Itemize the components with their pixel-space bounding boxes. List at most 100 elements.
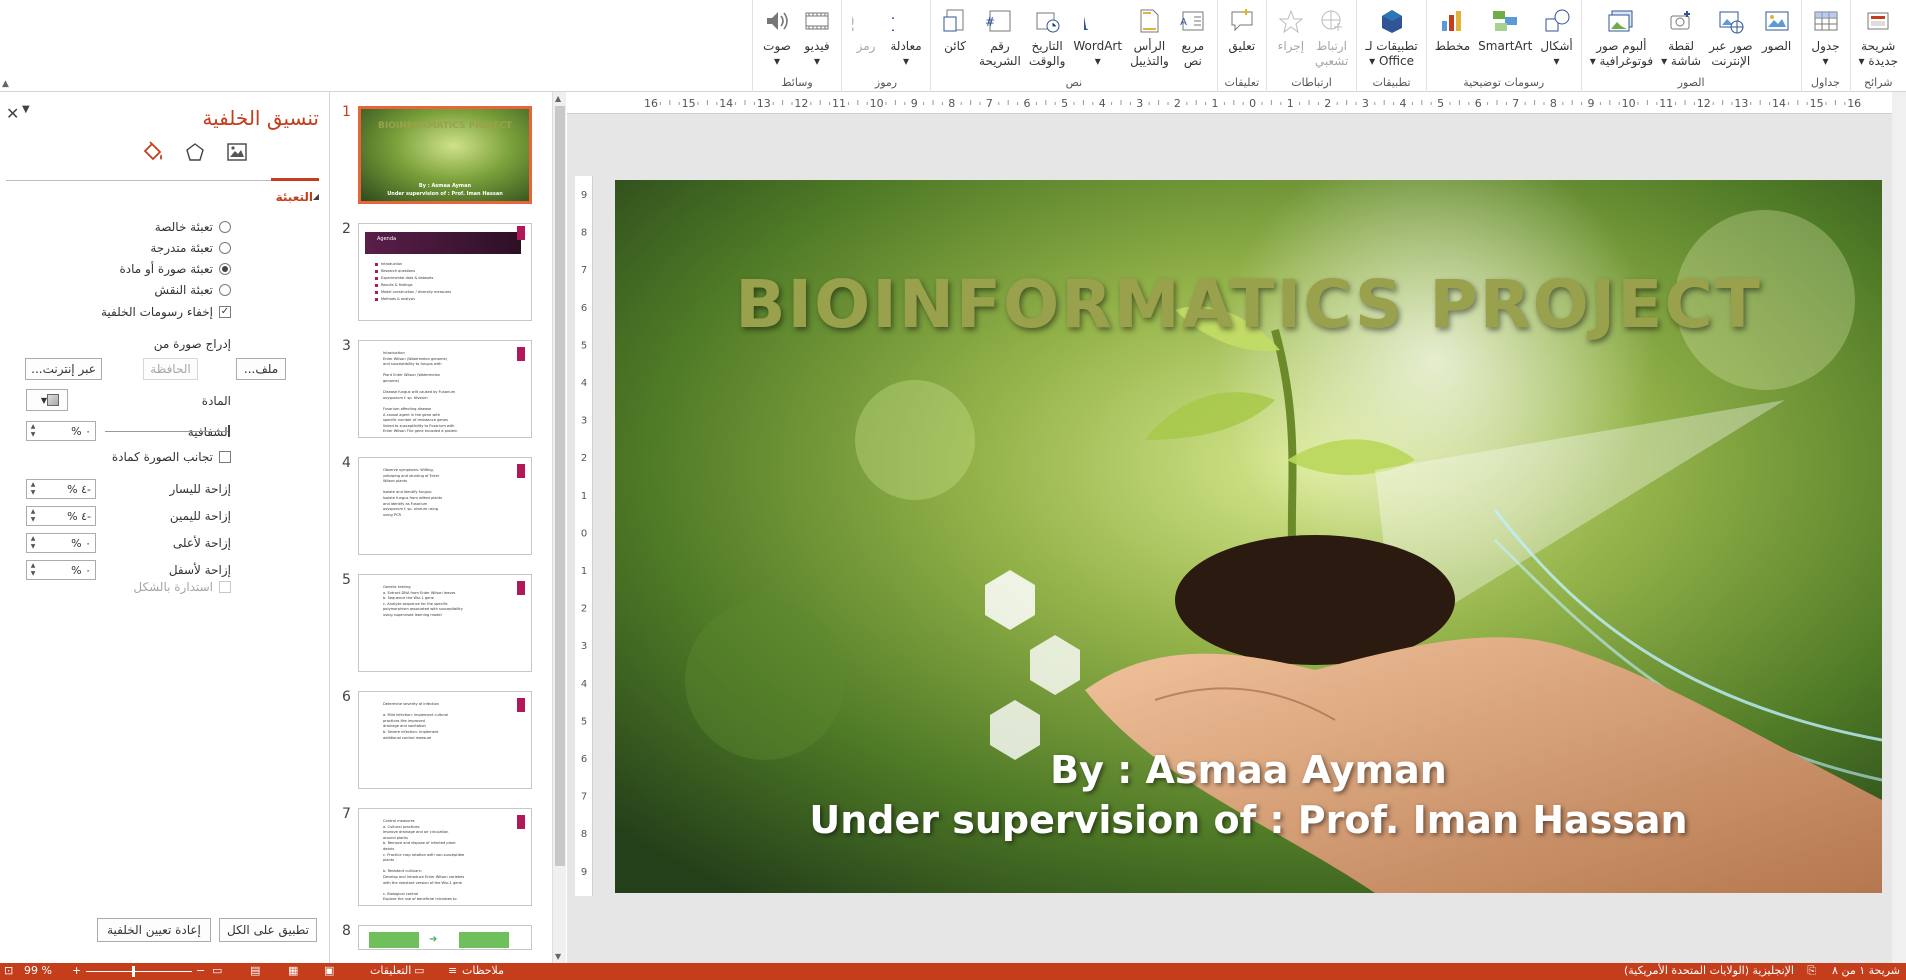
chevron-down-icon[interactable]: ▼ [22, 104, 30, 115]
hide-background-graphics[interactable]: ✓ إخفاء رسومات الخلفية [101, 305, 231, 319]
slide-supervisor[interactable]: Under supervision of : Prof. Iman Hassan [615, 798, 1882, 842]
picture-icon[interactable] [225, 140, 249, 164]
fill-option[interactable]: تعبئة متدرجة [150, 241, 231, 255]
texture-dropdown[interactable]: ▼ [26, 389, 68, 411]
text-box-button[interactable]: A مربع نص [1173, 3, 1213, 71]
fill-icon[interactable] [141, 140, 165, 164]
thumbnail-line: Explore the use of beneficial microbes t… [383, 897, 457, 902]
reset-background-button[interactable]: إعادة تعيين الخلفية [97, 918, 211, 942]
file-button[interactable]: ملف... [236, 358, 286, 380]
slide-canvas[interactable]: BIOINFORMATICS PROJECT By : Asmaa Ayman … [615, 180, 1882, 893]
offset-spinner[interactable]: ▲ ▼ ٠ % [26, 533, 96, 553]
slide-thumbnail[interactable]: Observe symptoms: Wilting, yellowing and … [358, 457, 532, 555]
transparency-spinner[interactable]: ▲ ▼ ٠ % [26, 421, 96, 441]
slide-thumbnail[interactable]: BIOINFORMATICS PROJECT By : Asmaa Ayman … [358, 106, 532, 204]
slide-thumbnail[interactable]: Determine severity of infection a. Mild i… [358, 691, 532, 789]
smartart-button[interactable]: SmartArt [1474, 3, 1536, 56]
shapes-button[interactable]: أشكال ▾ [1536, 3, 1576, 71]
slide-scrollbar[interactable] [1892, 92, 1906, 963]
offset-spinner[interactable]: ▲ ▼ -٤ % [26, 479, 96, 499]
offset-spinner[interactable]: ▲ ▼ -٤ % [26, 506, 96, 526]
close-icon[interactable]: ✕ [6, 104, 19, 123]
fit-to-window-icon[interactable]: ⊡ [4, 964, 13, 977]
screenshot-button[interactable]: لقطة شاشة ▾ [1657, 3, 1705, 71]
online-button[interactable]: عبر إنترنت... [25, 358, 102, 380]
thumbnail-line: Results & findings [381, 283, 413, 287]
office-apps-button[interactable]: تطبيقات لـ Office ▾ [1361, 3, 1421, 71]
slide-author[interactable]: By : Asmaa Ayman [615, 748, 1882, 792]
slide-thumbnail[interactable]: ➜ [358, 925, 532, 950]
pictures-button[interactable]: الصور [1757, 3, 1797, 56]
comment-button[interactable]: تعليق [1222, 3, 1262, 56]
zoom-slider[interactable] [86, 971, 192, 972]
chart-label: مخطط [1434, 39, 1471, 53]
comments-button[interactable]: التعليقات [370, 964, 411, 977]
effects-icon[interactable] [183, 140, 207, 164]
normal-view-icon[interactable]: ▣ [324, 964, 334, 977]
hide-graphics-checkbox[interactable]: ✓ [219, 306, 231, 318]
audio-button[interactable]: صوت ▾ [757, 3, 797, 71]
fill-radio[interactable] [219, 242, 231, 254]
wordart-button[interactable]: A WordArt ▾ [1069, 3, 1126, 71]
scrollbar-thumb[interactable] [555, 106, 565, 866]
ribbon-group-label: الصور [1677, 76, 1705, 89]
transparency-slider-thumb[interactable] [228, 425, 230, 437]
slide-thumbnail[interactable]: Control measures a. Cultural practices: Im… [358, 808, 532, 906]
thumbnail-line: b. Resistant cultivars: [383, 869, 422, 874]
slide-number-icon: # [984, 5, 1016, 37]
horizontal-ruler: 16 15 14 13 12 11 10 9 8 7 6 5 4 3 2 1 0 1 2 3 4 5 6 7 8 9 10 11 12 1… [567, 92, 1906, 114]
slide-sorter-icon[interactable]: ▦ [288, 964, 298, 977]
screenshot-label: لقطة شاشة ▾ [1661, 39, 1702, 68]
zoom-in-icon[interactable]: + [72, 964, 81, 977]
photo-album-button[interactable]: ألبوم صور فوتوغرافية ▾ [1586, 3, 1657, 71]
tile-checkbox[interactable] [219, 451, 231, 463]
notes-button[interactable]: ملاحظات [462, 964, 504, 977]
transparency-slider[interactable] [105, 431, 230, 432]
slide-thumbnail[interactable]: Introduction Enter Wilson (Watermelon gen… [358, 340, 532, 438]
tile-picture-option[interactable]: تجانب الصورة كمادة [112, 450, 231, 464]
fill-radio[interactable] [219, 263, 231, 275]
collapse-triangle-icon[interactable]: ◢ [313, 192, 319, 201]
collapse-ribbon-icon[interactable]: ▲ [2, 79, 9, 89]
offset-spinner[interactable]: ▲ ▼ ٠ % [26, 560, 96, 580]
fill-option[interactable]: تعبئة صورة أو مادة [119, 262, 231, 276]
date-time-button[interactable]: التاريخ والوقت [1025, 3, 1070, 71]
header-footer-button[interactable]: الرأس والتذييل [1126, 3, 1173, 71]
spin-arrows-icon[interactable]: ▲ ▼ [27, 481, 39, 497]
spin-arrows-icon[interactable]: ▲ ▼ [27, 535, 39, 551]
video-button[interactable]: فيديو ▾ [797, 3, 837, 71]
scroll-down-icon[interactable]: ▼ [555, 952, 561, 961]
zoom-out-icon[interactable]: − [196, 964, 205, 977]
online-pictures-button[interactable]: صور عبر الإنترنت [1705, 3, 1756, 71]
bullet-icon [375, 270, 378, 273]
equation-button[interactable]: π معادلة ▾ [886, 3, 926, 71]
fill-radio[interactable] [219, 284, 231, 296]
reading-view-icon[interactable]: ▤ [250, 964, 260, 977]
apply-to-all-button[interactable]: تطبيق على الكل [219, 918, 317, 942]
slide-number-button[interactable]: # رقم الشريحة [975, 3, 1025, 71]
thumbnails-scrollbar[interactable]: ▲ ▼ [552, 92, 566, 963]
thumbnail-line: with the resistant version of the Wsr-1 … [383, 880, 462, 885]
chart-button[interactable]: مخطط [1431, 3, 1474, 56]
fill-option[interactable]: تعبئة النقش [154, 283, 231, 297]
fill-radio[interactable] [219, 221, 231, 233]
thumbnail-line: around plants [383, 835, 408, 840]
spellcheck-icon[interactable]: ⎘ [1807, 964, 1816, 978]
scroll-up-icon[interactable]: ▲ [555, 94, 561, 103]
fill-option[interactable]: تعبئة خالصة [155, 220, 231, 234]
table-button[interactable]: جدول ▾ [1806, 3, 1846, 71]
fill-section-header[interactable]: التعبئة [276, 190, 313, 204]
spin-arrows-icon[interactable]: ▲ ▼ [27, 562, 39, 578]
slide-thumbnail[interactable]: Agenda Introduction Research questions Ex… [358, 223, 532, 321]
slide-thumbnail[interactable]: Genetic testing a. Extract DNA from Enter… [358, 574, 532, 672]
slideshow-icon[interactable]: ▭ [212, 964, 222, 977]
new-slide-button[interactable]: شريحة جديدة ▾ [1855, 3, 1902, 71]
spin-arrows-icon[interactable]: ▲ ▼ [27, 508, 39, 524]
object-button[interactable]: كائن [935, 3, 975, 56]
zoom-level[interactable]: 99 % [24, 964, 52, 977]
slide-title[interactable]: BIOINFORMATICS PROJECT [615, 266, 1882, 343]
spin-arrows-icon[interactable]: ▲ ▼ [27, 423, 39, 439]
equation-label: معادلة ▾ [890, 39, 922, 68]
zoom-slider-thumb[interactable] [132, 966, 135, 977]
language-status[interactable]: الإنجليزية (الولايات المتحدة الأمريكية) [1624, 964, 1794, 977]
